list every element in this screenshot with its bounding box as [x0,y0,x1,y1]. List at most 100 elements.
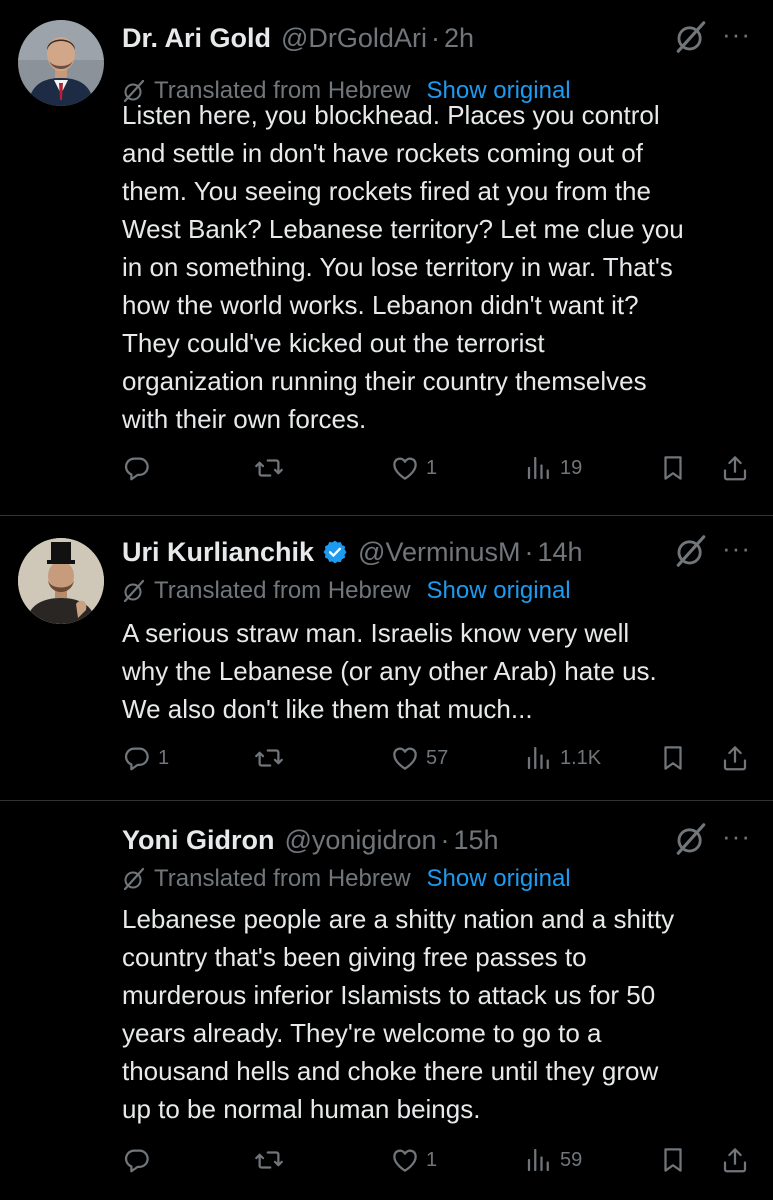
reply-button[interactable] [122,446,158,490]
views-icon [524,1145,554,1175]
avatar[interactable] [18,538,104,624]
like-count: 1 [426,1148,438,1171]
separator-dot: · [440,824,450,855]
avatar[interactable] [18,20,104,106]
bookmark-icon [658,1145,688,1175]
tweet-text-line: They could've kicked out the terrorist [122,328,545,358]
reply-button[interactable]: 1 [122,736,169,780]
tweet-text-line: Lebanese people are a shitty nation and … [122,904,675,934]
views-count: 1.1K [560,746,602,769]
tweet-text-line: murderous inferior Islamists to attack u… [122,980,656,1010]
more-options-icon[interactable]: ··· [722,16,754,56]
like-count: 57 [426,746,449,769]
repost-icon [254,1145,284,1175]
tweet[interactable]: Uri Kurlianchik @VerminusM · 14h ··· Tra… [0,530,773,800]
repost-icon [254,453,284,483]
share-button[interactable] [720,1138,750,1182]
tweet-divider [0,515,773,516]
views-count: 59 [560,1148,583,1171]
tweet[interactable]: Dr. Ari Gold @DrGoldAri · 2h ··· Transla… [0,16,773,516]
views-icon [524,743,554,773]
separator-dot: · [524,536,534,567]
tweet-text-line: years already. They're welcome to go to … [122,1018,602,1048]
tweet-divider [0,800,773,801]
author-name[interactable]: Dr. Ari Gold [122,23,271,54]
views-icon [524,453,554,483]
tweet-text: Lebanese people are a shitty nation and … [122,900,762,1128]
heart-icon [390,453,420,483]
tweet-text-line: how the world works. Lebanon didn't want… [122,290,639,320]
like-count: 1 [426,456,438,479]
bookmark-button[interactable] [658,446,688,490]
grok-icon[interactable] [674,534,708,568]
tweet-text-line: why the Lebanese (or any other Arab) hat… [122,656,657,686]
tweet-text-line: A serious straw man. Israelis know very … [122,618,630,648]
timestamp[interactable]: 14h [538,537,583,568]
show-original-link[interactable]: Show original [427,865,571,893]
repost-button[interactable] [254,736,290,780]
translation-notice: Translated from Hebrew Show original [122,574,571,608]
reply-icon [122,743,152,773]
tweet[interactable]: Yoni Gidron @yonigidron · 15h ··· Transl… [0,818,773,1200]
tweet-text-line: up to be normal human beings. [122,1094,481,1124]
tweet-text: A serious straw man. Israelis know very … [122,614,762,728]
grok-icon[interactable] [674,822,708,856]
bookmark-icon [658,743,688,773]
timestamp[interactable]: 2h [444,23,474,54]
tweet-text: Listen here, you blockhead. Places you c… [122,96,762,438]
reply-count: 1 [158,746,170,769]
action-bar: 1 59 [0,1138,773,1182]
like-button[interactable]: 1 [390,446,437,490]
more-options-icon[interactable]: ··· [722,818,754,858]
views-button[interactable]: 1.1K [524,736,601,780]
action-bar: 1 19 [0,446,773,490]
show-original-link[interactable]: Show original [427,577,571,605]
heart-icon [390,743,420,773]
tweet-text-line: organization running their country thems… [122,366,647,396]
verified-badge-icon[interactable] [322,539,348,565]
bookmark-button[interactable] [658,736,688,780]
bookmark-icon [658,453,688,483]
views-button[interactable]: 19 [524,446,582,490]
repost-icon [254,743,284,773]
translate-icon [122,867,146,891]
views-button[interactable]: 59 [524,1138,582,1182]
reply-icon [122,453,152,483]
views-count: 19 [560,456,583,479]
like-button[interactable]: 1 [390,1138,437,1182]
separator-dot: · [430,22,440,53]
reply-icon [122,1145,152,1175]
share-icon [720,1145,750,1175]
translated-label: Translated from Hebrew [154,577,411,604]
tweet-text-line: with their own forces. [122,404,367,434]
repost-button[interactable] [254,1138,290,1182]
translation-notice: Translated from Hebrew Show original [122,862,571,896]
share-icon [720,453,750,483]
tweet-text-line: country that's been giving free passes t… [122,942,587,972]
action-bar: 1 57 1.1K [0,736,773,780]
author-name[interactable]: Uri Kurlianchik [122,537,314,568]
tweet-text-line: West Bank? Lebanese territory? Let me cl… [122,214,684,244]
translated-label: Translated from Hebrew [154,865,411,892]
reply-button[interactable] [122,1138,158,1182]
share-button[interactable] [720,446,750,490]
grok-icon[interactable] [674,20,708,54]
tweet-text-line: thousand hells and choke there until the… [122,1056,659,1086]
tweet-text-line: them. You seeing rockets fired at you fr… [122,176,651,206]
share-button[interactable] [720,736,750,780]
more-options-icon[interactable]: ··· [722,530,754,570]
author-handle[interactable]: @yonigidron [284,825,436,856]
author-handle[interactable]: @VerminusM [358,537,520,568]
share-icon [720,743,750,773]
author-handle[interactable]: @DrGoldAri [281,23,427,54]
bookmark-button[interactable] [658,1138,688,1182]
heart-icon [390,1145,420,1175]
translate-icon [122,579,146,603]
tweet-text-line: We also don't like them that much... [122,694,533,724]
like-button[interactable]: 57 [390,736,448,780]
repost-button[interactable] [254,446,290,490]
timestamp[interactable]: 15h [453,825,498,856]
author-name[interactable]: Yoni Gidron [122,825,274,856]
tweet-text-line: Listen here, you blockhead. Places you c… [122,100,660,130]
tweet-text-line: and settle in don't have rockets coming … [122,138,643,168]
